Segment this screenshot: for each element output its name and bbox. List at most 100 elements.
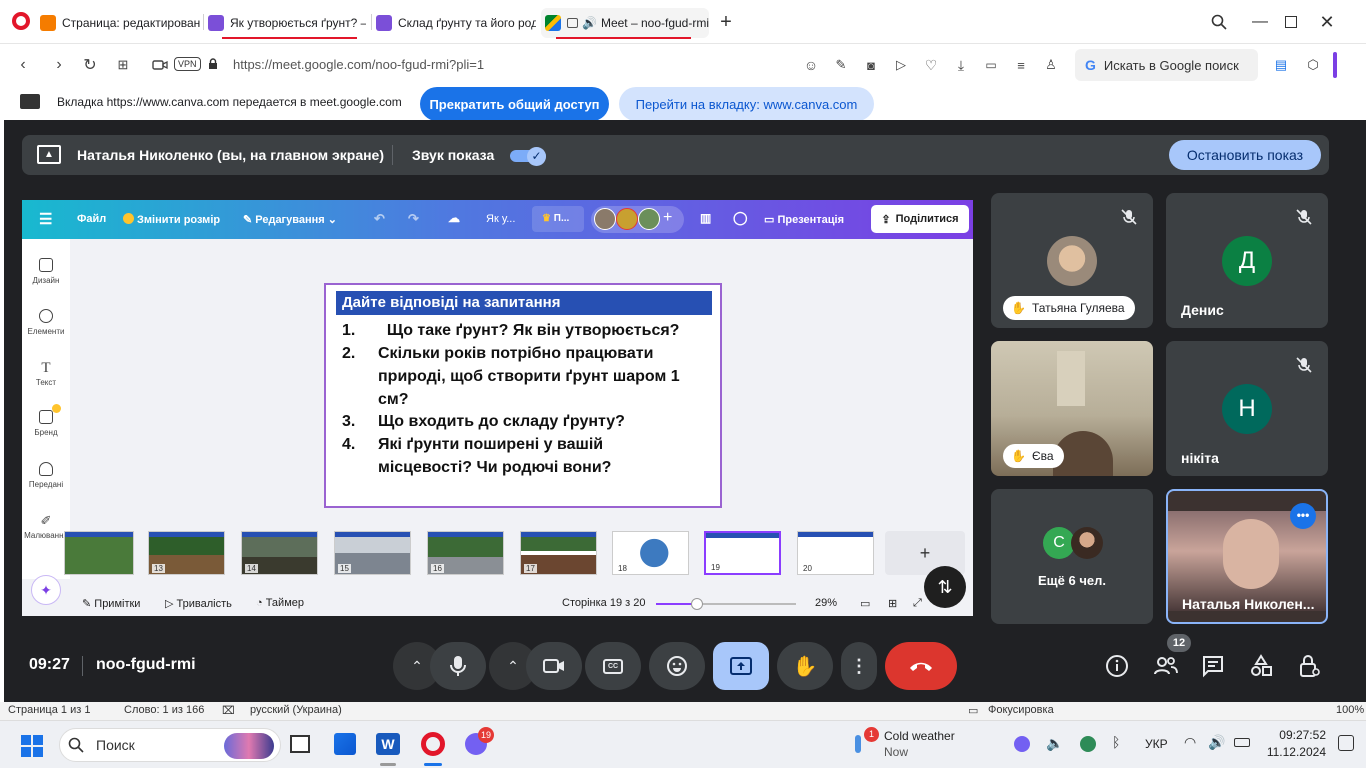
- participant-tile[interactable]: ✋ Єва: [991, 341, 1153, 476]
- raise-hand-button[interactable]: ✋: [777, 642, 833, 690]
- goto-tab-button[interactable]: Перейти на вкладку: www.canva.com: [619, 87, 874, 121]
- comment-icon[interactable]: ◯: [733, 210, 748, 226]
- speaker-tray-icon[interactable]: 🔊: [1208, 734, 1225, 751]
- swap-layout-button[interactable]: ⇅: [924, 566, 966, 608]
- share-sound-toggle[interactable]: ✓: [510, 147, 546, 166]
- stop-sharing-button[interactable]: Прекратить общий доступ: [420, 87, 609, 121]
- url-field[interactable]: https://meet.google.com/noo-fgud-rmi?pli…: [233, 57, 484, 72]
- meeting-details-icon[interactable]: [1105, 654, 1129, 678]
- reactions-button[interactable]: [649, 642, 705, 690]
- clock[interactable]: 09:27:52 11.12.2024: [1264, 727, 1326, 761]
- snapshot-icon[interactable]: ◙: [860, 54, 882, 76]
- insights-icon[interactable]: ▥: [700, 211, 711, 225]
- redo-icon[interactable]: ↷: [408, 211, 419, 227]
- language-indicator[interactable]: УКР: [1145, 737, 1168, 751]
- edit-icon[interactable]: ✎: [830, 54, 852, 76]
- sidebar-toggle[interactable]: [1333, 52, 1337, 78]
- slide-thumbnail[interactable]: 16: [427, 531, 504, 575]
- current-slide[interactable]: Дайте відповіді на запитання 1. Що таке …: [324, 283, 722, 508]
- resize-button[interactable]: Змінити розмір: [123, 213, 220, 226]
- volume-tray-icon[interactable]: 🔈: [1046, 735, 1063, 752]
- undo-icon[interactable]: ↶: [374, 211, 385, 227]
- timer-button[interactable]: ◔ Таймер: [256, 597, 304, 609]
- pro-button[interactable]: ♛ П...: [532, 206, 584, 232]
- edit-mode-button[interactable]: ✎ Редагування ⌄: [243, 213, 337, 226]
- sidebar-item-elements[interactable]: Елементи: [22, 309, 70, 336]
- slide-thumbnail[interactable]: 20: [797, 531, 874, 575]
- opera-app-icon[interactable]: [421, 732, 445, 756]
- translate-icon[interactable]: ▤: [1270, 54, 1292, 76]
- cloud-save-icon[interactable]: ☁: [448, 211, 460, 225]
- opera-logo-icon[interactable]: [12, 12, 30, 30]
- duration-button[interactable]: ▷ Тривалість: [165, 597, 232, 610]
- profile-icon[interactable]: ♙: [1040, 54, 1062, 76]
- participant-tile[interactable]: Н нікіта: [1166, 341, 1328, 476]
- menu-icon[interactable]: ☰: [39, 210, 52, 228]
- meeting-code[interactable]: noo-fgud-rmi: [96, 656, 196, 674]
- task-view-icon[interactable]: [290, 735, 310, 753]
- forward-button[interactable]: ›: [48, 54, 70, 76]
- close-window-button[interactable]: ✕: [1315, 10, 1339, 34]
- tab-soil-composition[interactable]: Склад ґрунту та його род: [376, 8, 536, 38]
- zoom-slider[interactable]: [656, 598, 796, 610]
- activities-icon[interactable]: [1249, 654, 1273, 678]
- back-button[interactable]: ‹: [12, 54, 34, 76]
- grid-view-icon[interactable]: ⊞: [888, 597, 897, 610]
- slide-thumbnail[interactable]: 18: [612, 531, 689, 575]
- battery-tray-icon[interactable]: [1234, 738, 1250, 747]
- google-search-box[interactable]: G Искать в Google поиск: [1075, 49, 1258, 81]
- download-icon[interactable]: ⤓: [950, 54, 972, 76]
- sidebar-item-brand[interactable]: Бренд: [22, 410, 70, 437]
- flow-icon[interactable]: ▷: [890, 54, 912, 76]
- stop-presenting-button[interactable]: Остановить показ: [1169, 140, 1321, 170]
- emoji-icon[interactable]: ☺: [800, 54, 822, 76]
- slide-thumbnail[interactable]: 15: [334, 531, 411, 575]
- tab-blogger[interactable]: Страница: редактирован: [40, 8, 200, 38]
- reload-button[interactable]: ↻: [79, 54, 101, 76]
- people-icon[interactable]: [1153, 654, 1178, 678]
- participant-tile[interactable]: Д Денис: [1166, 193, 1328, 328]
- sidebar-item-uploads[interactable]: Передані: [22, 462, 70, 489]
- taskbar-search[interactable]: Поиск: [59, 728, 281, 762]
- security-tray-icon[interactable]: [1080, 736, 1096, 752]
- maximize-button[interactable]: [1279, 10, 1303, 34]
- doc-title[interactable]: Як у...: [486, 213, 515, 225]
- present-now-button[interactable]: [713, 642, 769, 690]
- fullscreen-icon[interactable]: ⤢: [913, 597, 922, 610]
- viber-tray-icon[interactable]: [1014, 736, 1030, 752]
- tab-soil-formation[interactable]: Як утворюється ґрунт? –: [208, 8, 366, 38]
- sidebar-item-text[interactable]: T Текст: [22, 360, 70, 387]
- tabs-grid-icon[interactable]: ⊞: [112, 54, 134, 76]
- store-app-icon[interactable]: [334, 733, 356, 755]
- camera-icon[interactable]: [149, 54, 171, 76]
- lock-icon[interactable]: [208, 58, 218, 70]
- new-tab-button[interactable]: +: [714, 10, 738, 34]
- word-app-icon[interactable]: W: [376, 733, 400, 755]
- more-options-icon[interactable]: •••: [1290, 503, 1316, 529]
- magic-assistant-button[interactable]: ✦: [31, 575, 61, 605]
- add-collaborator-icon[interactable]: +: [663, 209, 672, 227]
- camera-button[interactable]: [526, 642, 582, 690]
- host-controls-icon[interactable]: [1297, 654, 1321, 678]
- battery-icon[interactable]: ▭: [980, 54, 1002, 76]
- weather-widget[interactable]: 1 Cold weather Now: [855, 727, 965, 763]
- present-button[interactable]: ▭ Презентація: [764, 213, 844, 226]
- slide-thumbnail[interactable]: 13: [148, 531, 225, 575]
- windows-start-icon[interactable]: [21, 735, 43, 757]
- search-tabs-icon[interactable]: [1207, 10, 1231, 34]
- notes-button[interactable]: ✎ Примітки: [82, 597, 140, 610]
- leave-call-button[interactable]: [885, 642, 957, 690]
- slide-thumbnail-current[interactable]: 19: [704, 531, 781, 575]
- chat-icon[interactable]: [1201, 654, 1225, 678]
- bluetooth-tray-icon[interactable]: ᛒ: [1112, 734, 1120, 750]
- slide-thumbnail[interactable]: 17: [520, 531, 597, 575]
- zoom-level[interactable]: 29%: [815, 597, 837, 609]
- slide-thumbnail[interactable]: 14: [241, 531, 318, 575]
- pages-view-icon[interactable]: ▭: [860, 597, 870, 610]
- collaborator-avatars[interactable]: +: [591, 206, 684, 233]
- sidebar-item-design[interactable]: Дизайн: [22, 258, 70, 285]
- notifications-icon[interactable]: [1338, 735, 1354, 751]
- vpn-badge[interactable]: VPN: [174, 57, 201, 71]
- slide-thumbnail[interactable]: [64, 531, 134, 575]
- participant-tile[interactable]: ✋ Татьяна Гуляева: [991, 193, 1153, 328]
